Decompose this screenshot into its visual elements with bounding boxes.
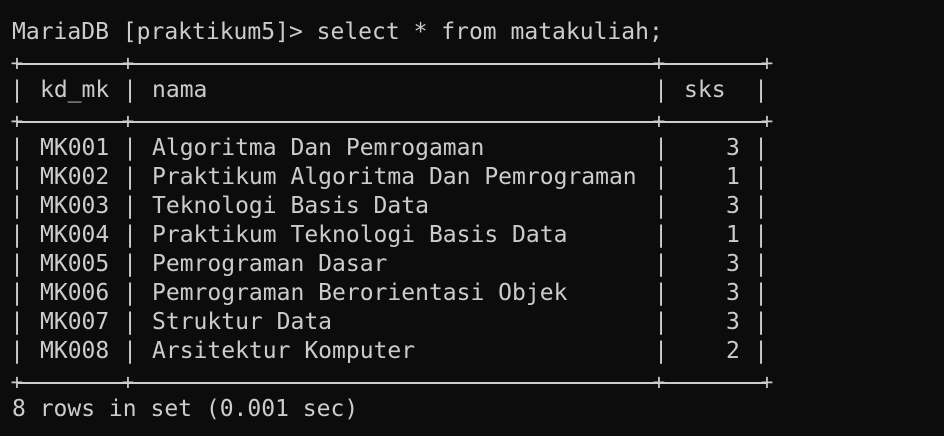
cell-nama: Praktikum Teknologi Basis Data bbox=[152, 222, 568, 248]
table-top-border: + + + + bbox=[10, 51, 774, 75]
cell-kd-mk: MK007 bbox=[40, 309, 110, 335]
cell-nama: Arsitektur Komputer bbox=[152, 338, 416, 364]
cell-sks: 3 bbox=[726, 193, 740, 219]
table-body: | MK001 | Algoritma Dan Pemrogaman | 3 | | MK002… bbox=[10, 134, 937, 366]
cell-nama: Teknologi Basis Data bbox=[152, 193, 429, 219]
cell-kd-mk: MK006 bbox=[40, 280, 110, 306]
table-header-border: + + + + bbox=[10, 109, 774, 133]
cell-sks: 1 bbox=[726, 164, 740, 190]
cell-sks: 3 bbox=[726, 251, 740, 277]
table-row: | MK004 | Praktikum Teknologi Basis Data | 1 | bbox=[10, 222, 768, 248]
cell-sks: 3 bbox=[726, 280, 740, 306]
cell-kd-mk: MK008 bbox=[40, 338, 110, 364]
cell-nama: Pemrograman Berorientasi Objek bbox=[152, 280, 568, 306]
table-row: | MK005 | Pemrograman Dasar | 3 | bbox=[10, 251, 768, 277]
table-row: | MK001 | Algoritma Dan Pemrogaman | 3 | bbox=[10, 135, 768, 161]
table-header-row: | kd_mk | nama | sks | bbox=[10, 77, 768, 103]
table-row: | MK006 | Pemrograman Berorientasi Objek | 3 | bbox=[10, 280, 768, 306]
cell-kd-mk: MK002 bbox=[40, 164, 110, 190]
column-header-nama: nama bbox=[152, 77, 208, 103]
cell-sks: 2 bbox=[726, 338, 740, 364]
cell-nama: Algoritma Dan Pemrogaman bbox=[152, 135, 485, 161]
terminal-window[interactable]: MariaDB [praktikum5]> select * from mata… bbox=[10, 18, 937, 432]
table-bottom-border: + + + + bbox=[10, 370, 774, 394]
table-row: | MK002 | Praktikum Algoritma Dan Pemrogram… bbox=[10, 164, 768, 190]
cell-kd-mk: MK004 bbox=[40, 222, 110, 248]
cell-kd-mk: MK005 bbox=[40, 251, 110, 277]
table-row: | MK003 | Teknologi Basis Data | 3 | bbox=[10, 193, 768, 219]
cell-nama: Praktikum Algoritma Dan Pemrograman bbox=[152, 164, 637, 190]
cell-kd-mk: MK003 bbox=[40, 193, 110, 219]
cell-sks: 3 bbox=[726, 135, 740, 161]
cell-nama: Struktur Data bbox=[152, 309, 333, 335]
cell-kd-mk: MK001 bbox=[40, 135, 110, 161]
column-header-kd-mk: kd_mk bbox=[40, 77, 110, 103]
table-row: | MK007 | Struktur Data | 3 | bbox=[10, 309, 768, 335]
column-header-sks: sks bbox=[684, 77, 726, 103]
cell-sks: 3 bbox=[726, 309, 740, 335]
result-summary: 8 rows in set (0.001 sec) bbox=[12, 396, 359, 422]
command-line: MariaDB [praktikum5]> select * from mata… bbox=[12, 19, 663, 45]
cell-nama: Pemrograman Dasar bbox=[152, 251, 388, 277]
table-row: | MK008 | Arsitektur Komputer | 2 | bbox=[10, 338, 768, 364]
cell-sks: 1 bbox=[726, 222, 740, 248]
